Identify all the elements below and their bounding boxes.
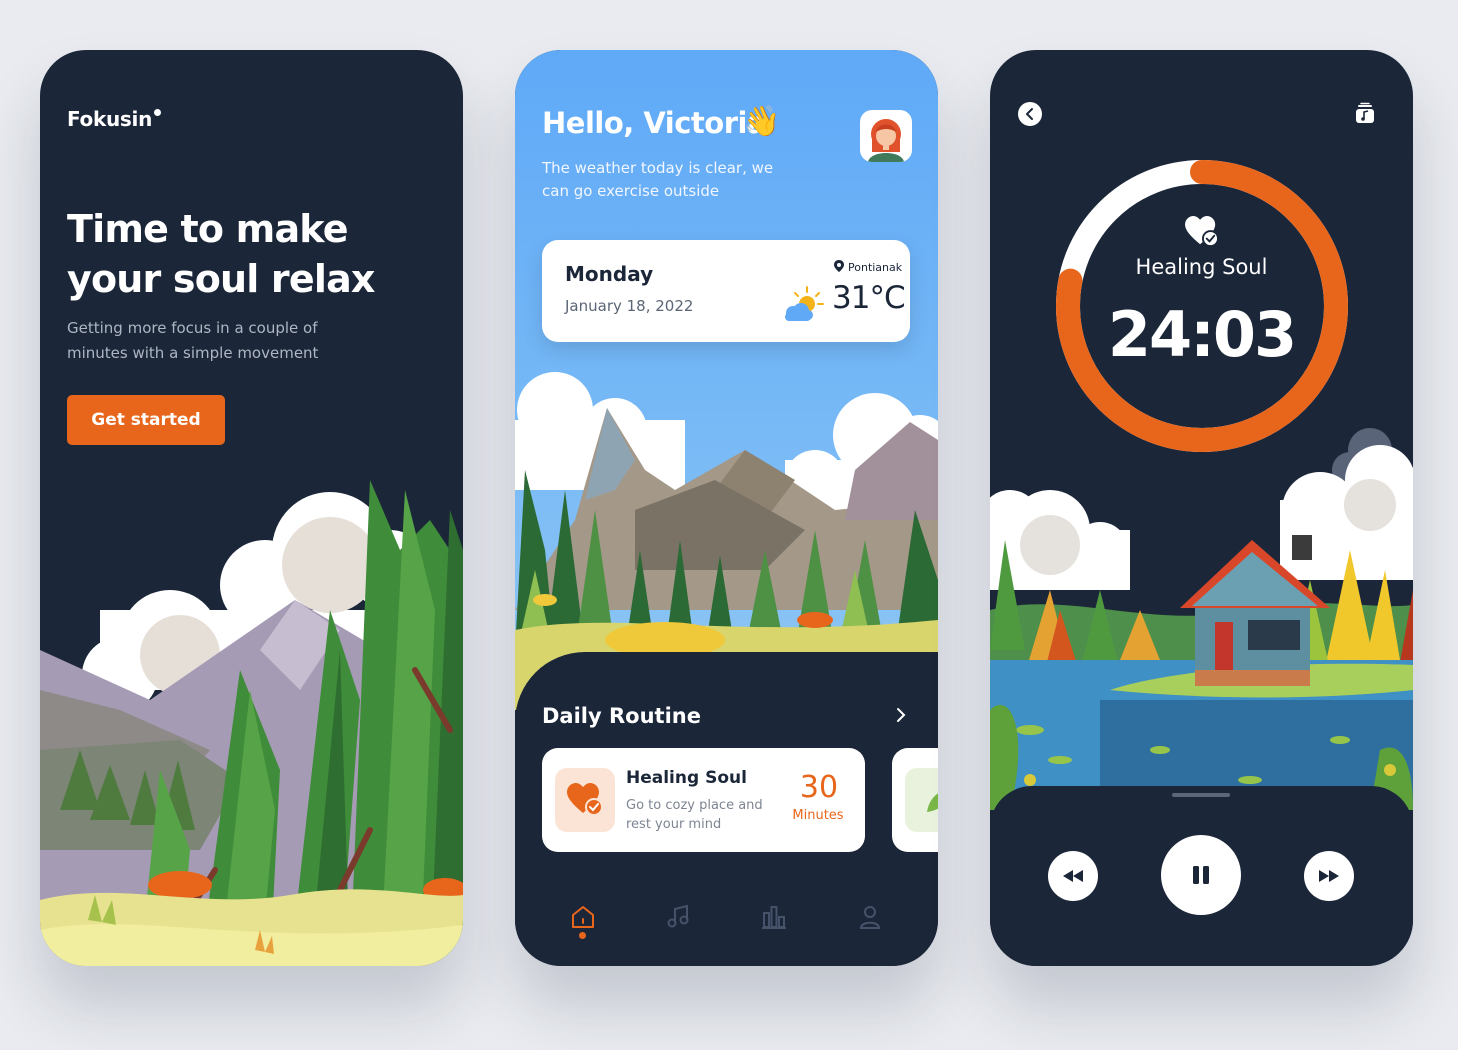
weather-location: Pontianak [834,260,902,274]
track-title: Healing Soul [1135,255,1268,279]
get-started-button[interactable]: Get started [67,395,225,445]
hero-headline-line2: your soul relax [67,257,375,301]
routine-description-line1: Go to cozy place and [626,798,763,813]
routine-card-icon-box [555,768,615,832]
weather-day: Monday [565,262,654,286]
weather-message-line1: The weather today is clear, we [542,159,774,177]
nav-home[interactable] [568,902,598,932]
drag-handle[interactable] [1172,793,1230,797]
pause-button[interactable] [1161,835,1241,915]
routine-description: Go to cozy place and rest your mind [626,796,776,834]
routine-duration-unit: Minutes [792,808,844,823]
weather-card[interactable]: Monday January 18, 2022 Pontianak 31°C [542,240,910,342]
rewind-button[interactable] [1048,851,1098,901]
forest-illustration [40,480,463,966]
brand-dot-icon [154,109,162,116]
rewind-icon [1063,870,1083,882]
heart-check-icon [567,783,603,816]
music-icon [667,904,689,928]
hero-headline: Time to make your soul relax [67,204,387,304]
routine-card[interactable]: Healing Soul Go to cozy place and rest y… [542,748,865,852]
active-nav-indicator [579,932,586,939]
partly-sunny-icon [785,286,824,321]
home-screen: Hello, Victoria 👋 The weather today is c… [515,50,938,966]
heart-check-icon [1185,216,1219,248]
routine-description-line2: rest your mind [626,817,722,832]
hero-subtitle-line1: Getting more focus in a couple of [67,319,318,337]
weather-date: January 18, 2022 [565,297,694,315]
back-icon [1026,108,1033,120]
leaf-icon [927,793,938,812]
waving-hand-icon: 👋 [743,104,781,139]
brand-logo: Fokusin [67,107,162,131]
routine-title: Healing Soul [626,768,747,788]
nav-music[interactable] [664,902,694,932]
fast-forward-icon [1319,870,1339,882]
back-button[interactable] [1018,102,1042,126]
nav-stats[interactable] [759,902,789,932]
routine-card-next-icon-box [905,768,938,832]
brand-name: Fokusin [67,107,153,131]
player-screen: Healing Soul 24:03 [990,50,1413,966]
fast-forward-button[interactable] [1304,851,1354,901]
routine-card-next[interactable] [892,748,938,852]
avatar[interactable] [860,110,912,162]
greeting-title: Hello, Victoria [542,106,767,140]
playlist-icon [1356,102,1374,123]
home-icon [572,906,594,928]
playlist-button[interactable] [1353,102,1377,126]
time-remaining: 24:03 [1107,298,1297,371]
user-avatar-icon [868,119,904,162]
weather-temperature: 31°C [832,280,906,316]
weather-message: The weather today is clear, we can go ex… [542,157,782,203]
hero-headline-line1: Time to make [67,207,349,251]
profile-icon [859,906,881,929]
weather-location-name: Pontianak [848,261,903,274]
routine-duration: 30 [799,770,839,805]
pause-icon [1193,866,1209,884]
chevron-right-icon[interactable] [895,704,907,729]
daily-routine-title: Daily Routine [542,704,701,728]
weather-message-line2: can go exercise outside [542,182,720,200]
nav-profile[interactable] [855,902,885,932]
location-pin-icon [834,260,844,272]
stats-icon [762,906,786,929]
onboarding-screen: Fokusin Time to make your soul relax Get… [40,50,463,966]
hero-subtitle-line2: minutes with a simple movement [67,344,319,362]
hero-subtitle: Getting more focus in a couple of minute… [67,316,357,366]
